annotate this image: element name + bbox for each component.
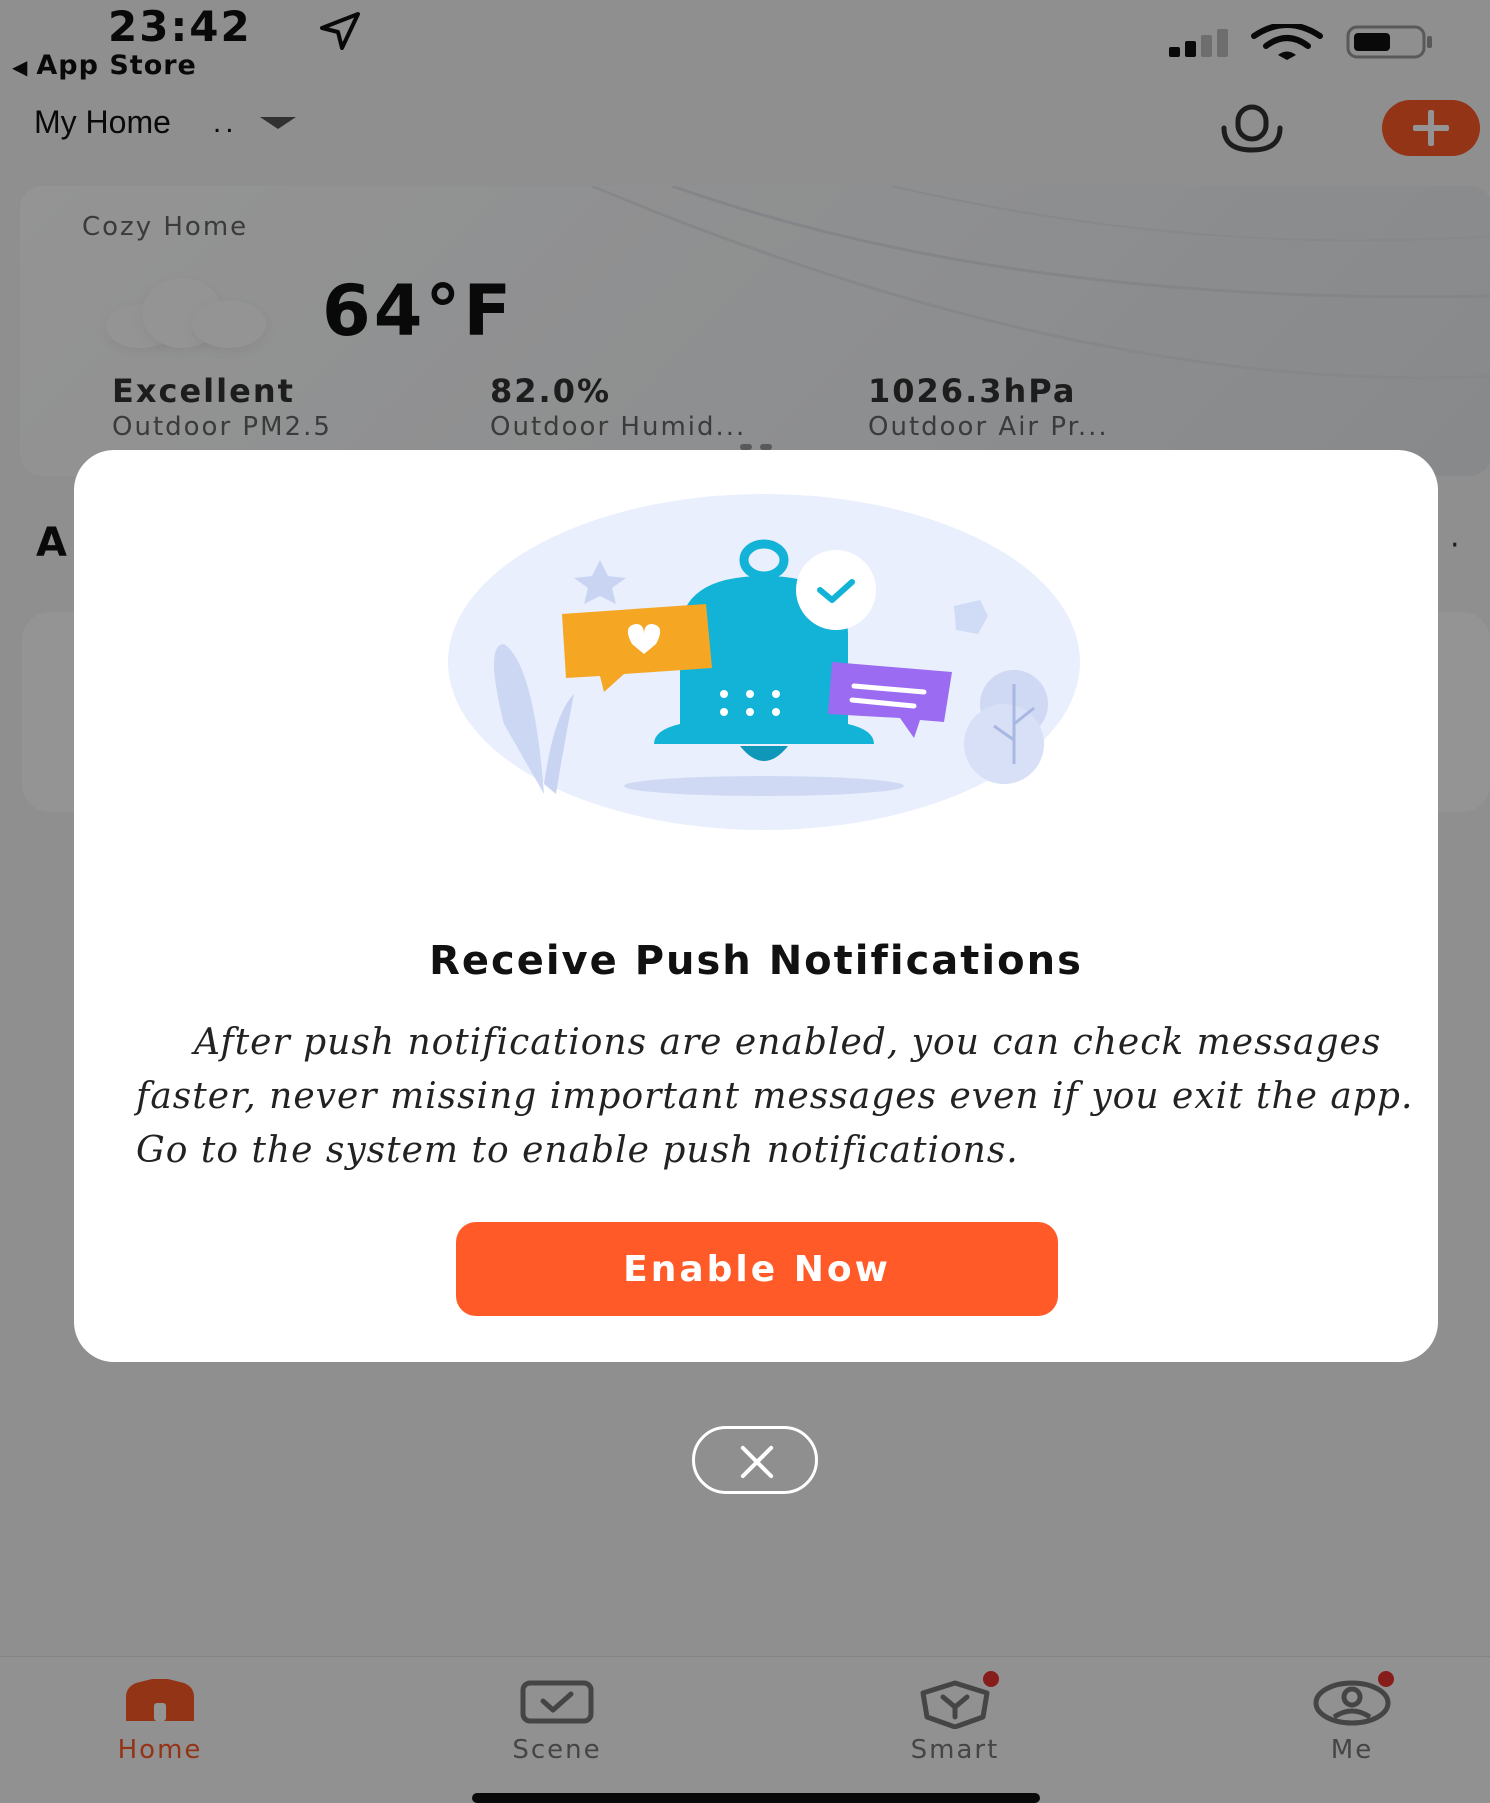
dialog-title: Receive Push Notifications [429,938,1083,984]
enable-now-button[interactable]: Enable Now [456,1222,1058,1316]
notification-bell-illustration [448,494,1080,830]
close-dialog-button[interactable] [692,1426,818,1494]
app-screen: 23:42 ◀ App Store My Home .. Cozy Home 6… [0,0,1490,1803]
dialog-body: After push notifications are enabled, yo… [136,1022,1414,1171]
push-notification-dialog: Receive Push Notifications After push no… [74,450,1438,1362]
